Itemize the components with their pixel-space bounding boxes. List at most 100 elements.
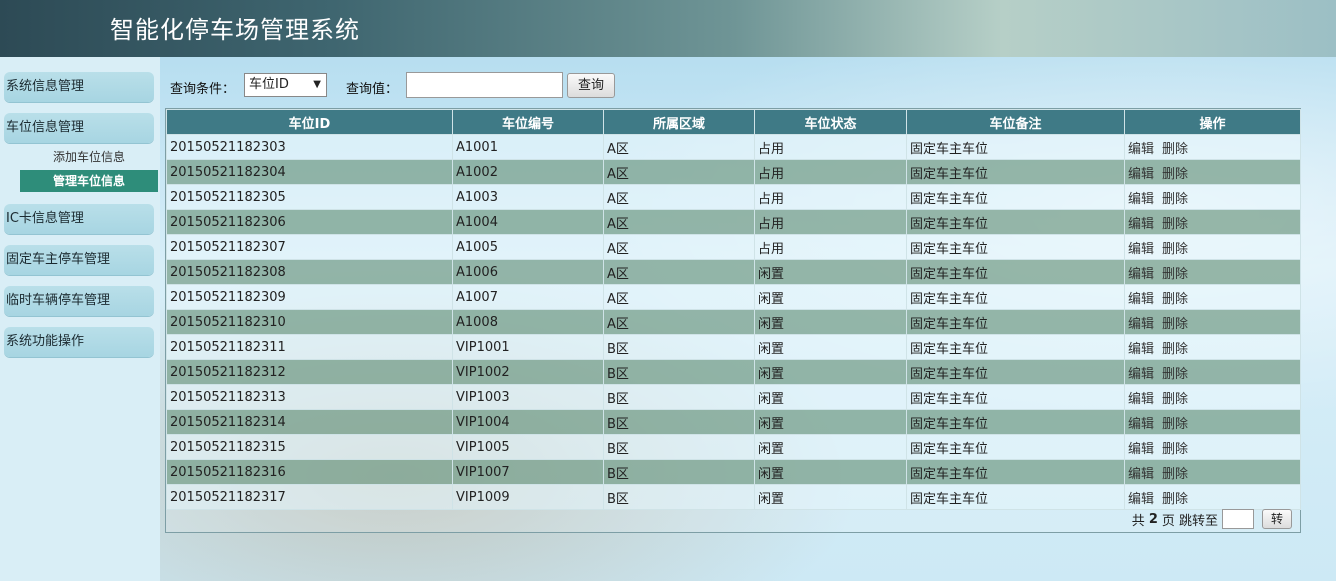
- cell-status: 闲置: [755, 410, 907, 435]
- table-row: 20150521182315VIP1005B区闲置固定车主车位编辑删除: [167, 435, 1301, 460]
- cell-remark: 固定车主车位: [907, 210, 1125, 235]
- cell-space-id: 20150521182313: [167, 385, 453, 410]
- cell-space-number: VIP1004: [453, 410, 604, 435]
- table-row: 20150521182314VIP1004B区闲置固定车主车位编辑删除: [167, 410, 1301, 435]
- cell-remark: 固定车主车位: [907, 485, 1125, 510]
- pagination: 共 2 页 跳转至 转: [1132, 508, 1292, 530]
- edit-link[interactable]: 编辑: [1128, 292, 1154, 307]
- cell-actions: 编辑删除: [1125, 460, 1301, 485]
- edit-link[interactable]: 编辑: [1128, 392, 1154, 407]
- edit-link[interactable]: 编辑: [1128, 267, 1154, 282]
- delete-link[interactable]: 删除: [1162, 317, 1188, 332]
- query-button[interactable]: 查询: [567, 73, 615, 98]
- cell-space-id: 20150521182309: [167, 285, 453, 310]
- delete-link[interactable]: 删除: [1162, 267, 1188, 282]
- delete-link[interactable]: 删除: [1162, 467, 1188, 482]
- table-row: 20150521182308A1006A区闲置固定车主车位编辑删除: [167, 260, 1301, 285]
- table-row: 20150521182316VIP1007B区闲置固定车主车位编辑删除: [167, 460, 1301, 485]
- sidebar-subitem-add-space[interactable]: 添加车位信息: [20, 146, 158, 168]
- column-header-area: 所属区域: [604, 110, 755, 135]
- edit-link[interactable]: 编辑: [1128, 142, 1154, 157]
- cell-status: 闲置: [755, 360, 907, 385]
- edit-link[interactable]: 编辑: [1128, 417, 1154, 432]
- cell-area: A区: [604, 285, 755, 310]
- sidebar-item-parking-space-info[interactable]: 车位信息管理: [4, 113, 154, 143]
- table-row: 20150521182304A1002A区占用固定车主车位编辑删除: [167, 160, 1301, 185]
- delete-link[interactable]: 删除: [1162, 392, 1188, 407]
- table-header-row: 车位ID 车位编号 所属区域 车位状态 车位备注 操作: [167, 110, 1301, 135]
- delete-link[interactable]: 删除: [1162, 342, 1188, 357]
- sidebar-item-temp-vehicle-parking[interactable]: 临时车辆停车管理: [4, 286, 154, 316]
- cell-space-number: A1002: [453, 160, 604, 185]
- cell-remark: 固定车主车位: [907, 235, 1125, 260]
- cell-status: 闲置: [755, 385, 907, 410]
- cell-actions: 编辑删除: [1125, 260, 1301, 285]
- query-condition-select[interactable]: 车位ID ▼: [244, 73, 327, 97]
- delete-link[interactable]: 删除: [1162, 492, 1188, 507]
- delete-link[interactable]: 删除: [1162, 217, 1188, 232]
- table-row: 20150521182311VIP1001B区闲置固定车主车位编辑删除: [167, 335, 1301, 360]
- table-row: 20150521182313VIP1003B区闲置固定车主车位编辑删除: [167, 385, 1301, 410]
- delete-link[interactable]: 删除: [1162, 142, 1188, 157]
- cell-area: B区: [604, 435, 755, 460]
- cell-space-number: VIP1002: [453, 360, 604, 385]
- table-row: 20150521182305A1003A区占用固定车主车位编辑删除: [167, 185, 1301, 210]
- cell-remark: 固定车主车位: [907, 460, 1125, 485]
- cell-remark: 固定车主车位: [907, 260, 1125, 285]
- sidebar: 系统信息管理 车位信息管理 添加车位信息 管理车位信息 IC卡信息管理 固定车主…: [0, 57, 160, 581]
- pager-suffix: 页 跳转至: [1162, 510, 1218, 529]
- edit-link[interactable]: 编辑: [1128, 167, 1154, 182]
- cell-space-id: 20150521182303: [167, 135, 453, 160]
- edit-link[interactable]: 编辑: [1128, 367, 1154, 382]
- delete-link[interactable]: 删除: [1162, 242, 1188, 257]
- cell-remark: 固定车主车位: [907, 135, 1125, 160]
- delete-link[interactable]: 删除: [1162, 192, 1188, 207]
- sidebar-subitem-manage-space[interactable]: 管理车位信息: [20, 170, 158, 192]
- cell-space-number: VIP1005: [453, 435, 604, 460]
- cell-space-number: A1008: [453, 310, 604, 335]
- cell-remark: 固定车主车位: [907, 360, 1125, 385]
- edit-link[interactable]: 编辑: [1128, 192, 1154, 207]
- cell-area: B区: [604, 460, 755, 485]
- table-row: 20150521182306A1004A区占用固定车主车位编辑删除: [167, 210, 1301, 235]
- edit-link[interactable]: 编辑: [1128, 492, 1154, 507]
- edit-link[interactable]: 编辑: [1128, 467, 1154, 482]
- cell-area: B区: [604, 385, 755, 410]
- cell-actions: 编辑删除: [1125, 385, 1301, 410]
- sidebar-item-system-functions[interactable]: 系统功能操作: [4, 327, 154, 357]
- cell-status: 闲置: [755, 485, 907, 510]
- edit-link[interactable]: 编辑: [1128, 217, 1154, 232]
- cell-actions: 编辑删除: [1125, 160, 1301, 185]
- cell-space-id: 20150521182305: [167, 185, 453, 210]
- query-value-input[interactable]: [406, 72, 563, 98]
- cell-actions: 编辑删除: [1125, 485, 1301, 510]
- delete-link[interactable]: 删除: [1162, 442, 1188, 457]
- delete-link[interactable]: 删除: [1162, 367, 1188, 382]
- cell-space-number: A1007: [453, 285, 604, 310]
- cell-space-number: VIP1001: [453, 335, 604, 360]
- cell-area: A区: [604, 185, 755, 210]
- page-jump-input[interactable]: [1222, 509, 1254, 529]
- parking-space-table-panel: 车位ID 车位编号 所属区域 车位状态 车位备注 操作 201505211823…: [165, 108, 1301, 533]
- delete-link[interactable]: 删除: [1162, 417, 1188, 432]
- cell-remark: 固定车主车位: [907, 410, 1125, 435]
- cell-area: B区: [604, 335, 755, 360]
- edit-link[interactable]: 编辑: [1128, 317, 1154, 332]
- cell-remark: 固定车主车位: [907, 185, 1125, 210]
- page-jump-button[interactable]: 转: [1262, 509, 1292, 529]
- column-header-space-number: 车位编号: [453, 110, 604, 135]
- cell-status: 闲置: [755, 335, 907, 360]
- edit-link[interactable]: 编辑: [1128, 442, 1154, 457]
- column-header-actions: 操作: [1125, 110, 1301, 135]
- sidebar-item-fixed-owner-parking[interactable]: 固定车主停车管理: [4, 245, 154, 275]
- cell-space-id: 20150521182304: [167, 160, 453, 185]
- delete-link[interactable]: 删除: [1162, 292, 1188, 307]
- delete-link[interactable]: 删除: [1162, 167, 1188, 182]
- table-row: 20150521182310A1008A区闲置固定车主车位编辑删除: [167, 310, 1301, 335]
- cell-space-number: A1006: [453, 260, 604, 285]
- sidebar-item-system-info[interactable]: 系统信息管理: [4, 72, 154, 102]
- edit-link[interactable]: 编辑: [1128, 342, 1154, 357]
- cell-remark: 固定车主车位: [907, 285, 1125, 310]
- sidebar-item-ic-card[interactable]: IC卡信息管理: [4, 204, 154, 234]
- edit-link[interactable]: 编辑: [1128, 242, 1154, 257]
